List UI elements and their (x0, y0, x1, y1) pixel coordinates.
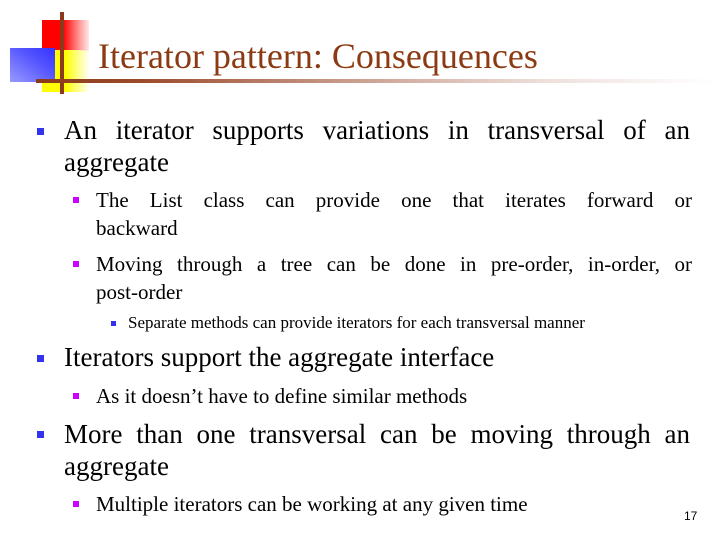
bullet-level1-item: An iterator supports variations in trans… (64, 114, 690, 146)
bullet-text: As it doesn’t have to define similar met… (96, 384, 468, 408)
bullet-text: Moving through a tree can be done in pre… (96, 252, 692, 276)
bullet-square-icon (37, 431, 44, 438)
bullet-text: Multiple iterators can be working at any… (96, 492, 528, 516)
bullet-text: More than one transversal can be moving … (64, 419, 690, 449)
bullet-text: The List class can provide one that iter… (96, 188, 692, 212)
bullet-level1-item-continuation: aggregate (64, 146, 690, 178)
bullet-text: backward (96, 216, 178, 240)
bullet-square-icon (73, 261, 79, 267)
bullet-level2-item: As it doesn’t have to define similar met… (96, 382, 692, 410)
bullet-level1-item: Iterators support the aggregate interfac… (64, 341, 690, 373)
slide-title: Iterator pattern: Consequences (98, 36, 538, 76)
title-underline (36, 79, 716, 83)
slide: Iterator pattern: Consequences An iterat… (0, 0, 720, 540)
bullet-level1-item-continuation: aggregate (64, 450, 690, 482)
bullet-square-icon (73, 197, 79, 203)
page-number: 17 (684, 509, 698, 523)
bullet-level3-item: Separate methods can provide iterators f… (128, 312, 688, 334)
bullet-level2-item-continuation: backward (96, 214, 692, 242)
logo-red-square (42, 20, 89, 51)
bullet-level2-item-continuation: post-order (96, 278, 692, 306)
bullet-text: aggregate (64, 451, 169, 481)
logo-blue-square (10, 48, 55, 82)
bullet-level1-item: More than one transversal can be moving … (64, 418, 690, 450)
bullet-square-icon (73, 501, 79, 507)
bullet-level2-item: Moving through a tree can be done in pre… (96, 250, 692, 278)
bullet-text: An iterator supports variations in trans… (64, 115, 690, 145)
bullet-square-icon (37, 355, 44, 362)
bullet-square-icon (73, 393, 79, 399)
bullet-text: Iterators support the aggregate interfac… (64, 342, 495, 372)
bullet-text: post-order (96, 280, 183, 304)
bullet-text: aggregate (64, 147, 169, 177)
bullet-text: Separate methods can provide iterators f… (128, 313, 585, 332)
bullet-level2-item: The List class can provide one that iter… (96, 186, 692, 214)
bullet-square-icon (111, 321, 116, 326)
bullet-square-icon (37, 128, 44, 135)
bullet-level2-item: Multiple iterators can be working at any… (96, 490, 692, 518)
